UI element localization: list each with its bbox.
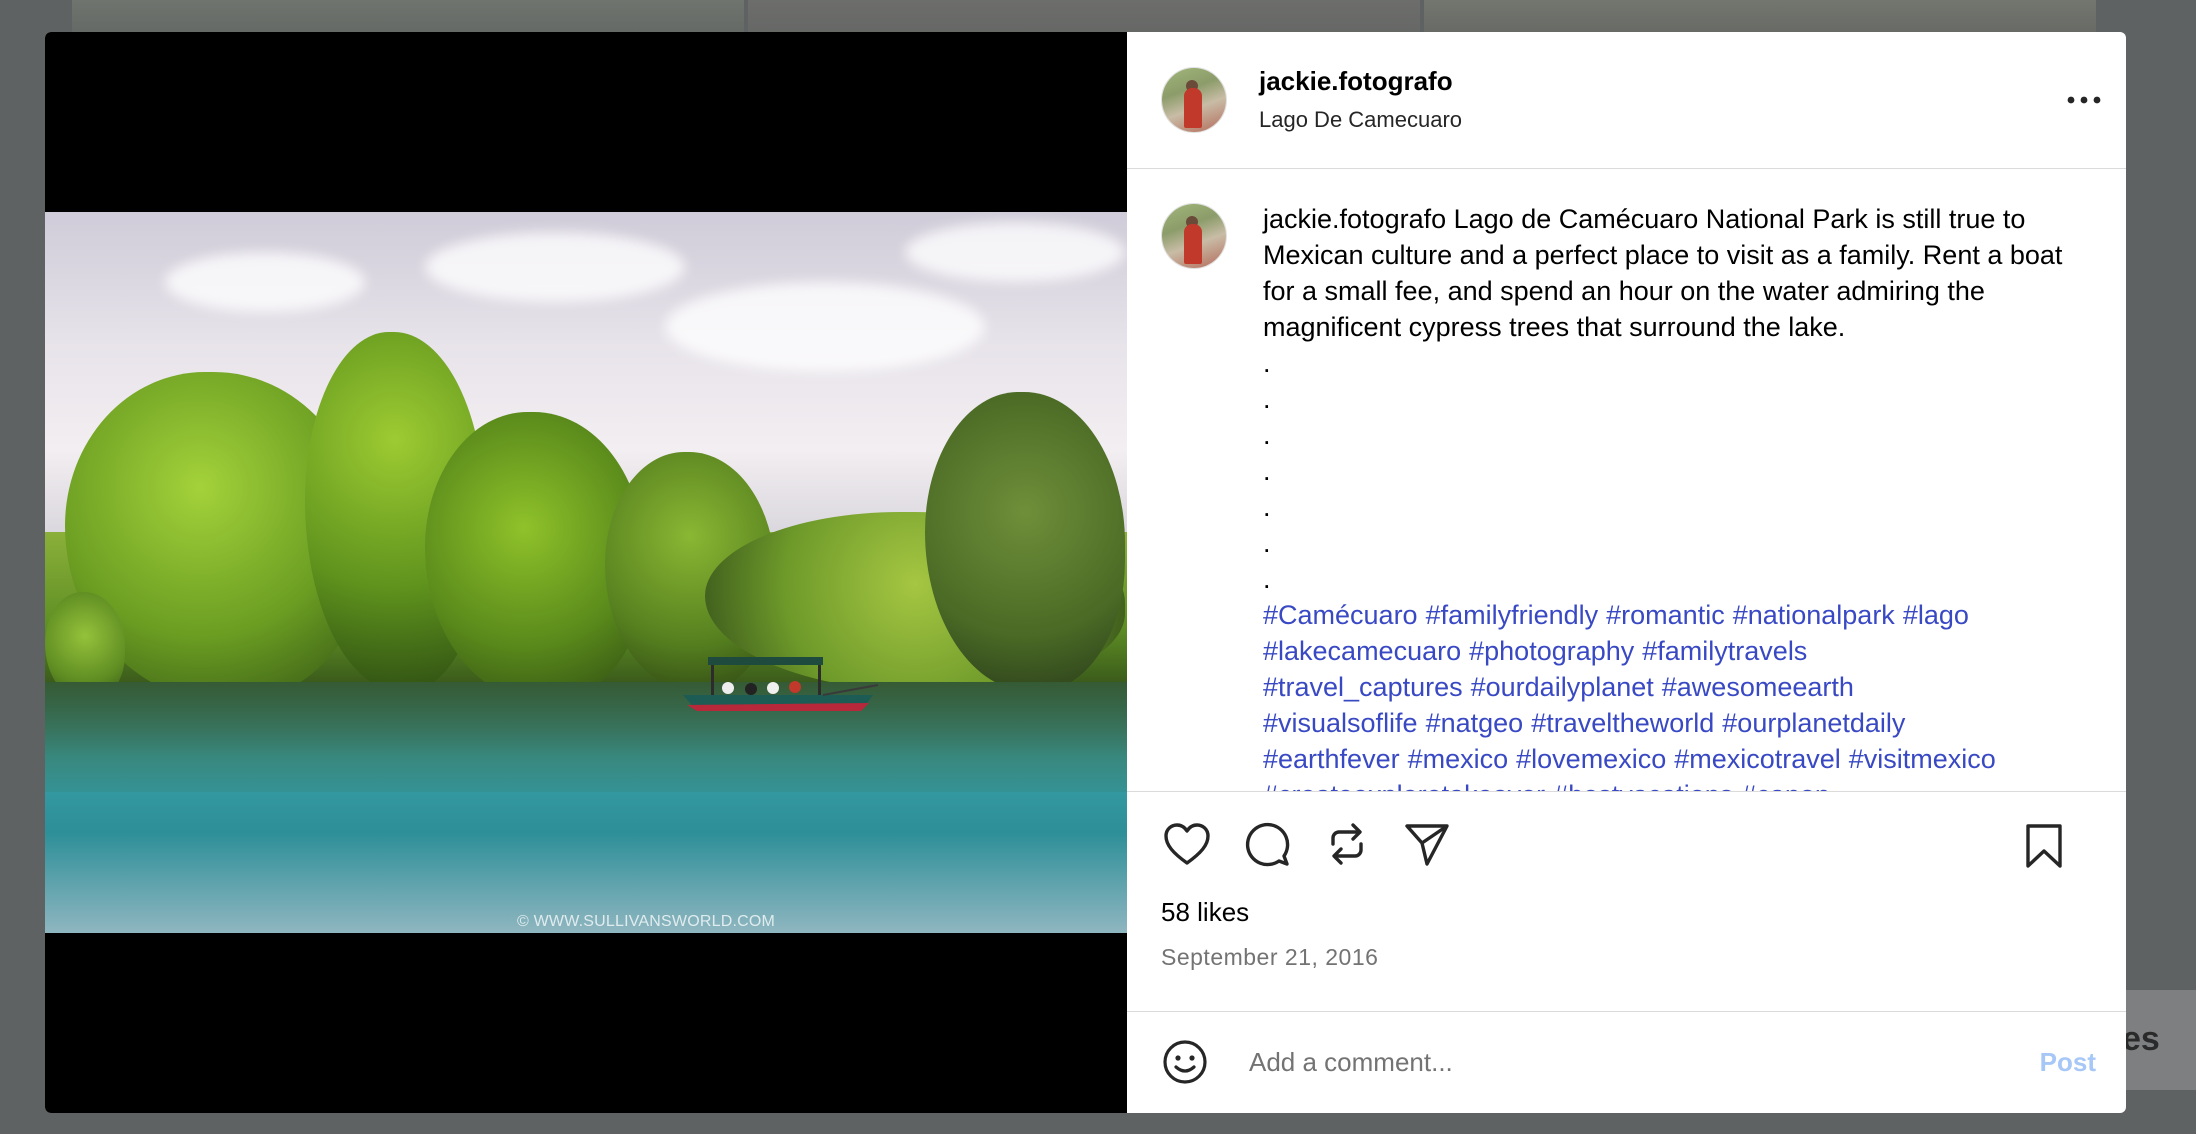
background-side-text: es — [2122, 1020, 2160, 1058]
hashtag-link[interactable]: #romantic — [1606, 600, 1725, 630]
post-location[interactable]: Lago De Camecuaro — [1259, 107, 1462, 133]
caption-dots: . . . . . . . — [1263, 347, 1271, 594]
hashtag-link[interactable]: #familyfriendly — [1426, 600, 1599, 630]
post-media: © WWW.SULLIVANSWORLD.COM — [45, 32, 1127, 1113]
hashtag-link[interactable]: #createexploretakeover — [1263, 780, 1545, 791]
hashtag-link[interactable]: #familytravels — [1642, 636, 1807, 666]
hashtag-link[interactable]: #lovemexico — [1516, 744, 1666, 774]
caption-area: jackie.fotografo Lago de Camécuaro Natio… — [1127, 169, 2126, 791]
hashtag-link[interactable]: #Camécuaro — [1263, 600, 1418, 630]
bookmark-icon[interactable] — [2018, 820, 2070, 872]
hashtag-link[interactable]: #mexico — [1408, 744, 1509, 774]
hashtag-link[interactable]: #awesomeearth — [1662, 672, 1854, 702]
caption-username[interactable]: jackie.fotografo — [1263, 204, 1446, 234]
comment-bubble-icon[interactable] — [1241, 818, 1293, 870]
post-comment-button[interactable]: Post — [2040, 1047, 2096, 1078]
post-date[interactable]: September 21, 2016 — [1161, 944, 2092, 971]
caption-author-avatar[interactable] — [1161, 202, 1227, 269]
hashtag-link[interactable]: #ourdailyplanet — [1471, 672, 1654, 702]
comment-bar: Post — [1127, 1010, 2126, 1113]
hashtag-link[interactable]: #photography — [1469, 636, 1634, 666]
author-username[interactable]: jackie.fotografo — [1259, 66, 1462, 97]
post-photo[interactable]: © WWW.SULLIVANSWORLD.COM — [45, 212, 1127, 933]
hashtag-link[interactable]: #traveltheworld — [1531, 708, 1714, 738]
hashtag-link[interactable]: #bestvacations — [1553, 780, 1733, 791]
post-panel: jackie.fotografo Lago De Camecuaro jacki… — [1127, 32, 2126, 1113]
more-horizontal-icon[interactable] — [2064, 80, 2104, 120]
post-modal: © WWW.SULLIVANSWORLD.COM jackie.fotograf… — [45, 32, 2126, 1113]
likes-count[interactable]: 58 likes — [1161, 897, 2092, 928]
hashtag-link[interactable]: #canon — [1741, 780, 1830, 791]
photo-watermark: © WWW.SULLIVANSWORLD.COM — [516, 913, 776, 930]
hashtag-link[interactable]: #lakecamecuaro — [1263, 636, 1461, 666]
hashtag-link[interactable]: #earthfever — [1263, 744, 1400, 774]
hashtag-link[interactable]: #lago — [1903, 600, 1969, 630]
hashtag-link[interactable]: #ourplanetdaily — [1722, 708, 1905, 738]
caption-body: jackie.fotografo Lago de Camécuaro Natio… — [1263, 201, 2063, 791]
comment-input[interactable] — [1247, 1045, 2011, 1079]
hashtag-link[interactable]: #visualsoflife — [1263, 708, 1418, 738]
author-avatar[interactable] — [1161, 66, 1227, 133]
hashtag-link[interactable]: #travel_captures — [1263, 672, 1463, 702]
boat-illustration — [683, 657, 879, 711]
hashtag-link[interactable]: #visitmexico — [1849, 744, 1996, 774]
emoji-smile-icon[interactable] — [1161, 1038, 1209, 1086]
action-bar — [1127, 790, 2126, 895]
post-meta: 58 likes September 21, 2016 — [1127, 895, 2126, 1011]
hashtag-link[interactable]: #natgeo — [1426, 708, 1524, 738]
hashtag-link[interactable]: #nationalpark — [1733, 600, 1895, 630]
post-header: jackie.fotografo Lago De Camecuaro — [1127, 32, 2126, 169]
heart-icon[interactable] — [1161, 818, 1213, 870]
hashtag-link[interactable]: #mexicotravel — [1674, 744, 1841, 774]
paper-plane-icon[interactable] — [1401, 818, 1453, 870]
repost-icon[interactable] — [1321, 818, 1373, 870]
caption-hashtags: #Camécuaro #familyfriendly #romantic #natio… — [1263, 597, 2063, 791]
